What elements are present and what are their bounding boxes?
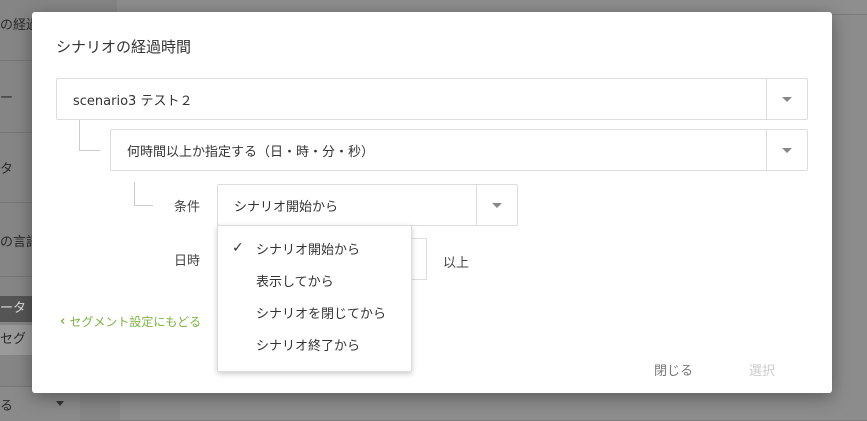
check-icon: ✓: [232, 240, 244, 256]
dropdown-option[interactable]: シナリオ終了から: [218, 328, 411, 360]
dropdown-option[interactable]: ✓ シナリオ開始から: [218, 232, 411, 264]
condition-select-toggle[interactable]: [476, 185, 517, 225]
scenario-select[interactable]: scenario3 テスト２: [56, 78, 808, 120]
dropdown-option-label: シナリオを閉じてから: [256, 306, 387, 322]
dropdown-option[interactable]: シナリオを閉じてから: [218, 296, 411, 328]
dropdown-option-label: シナリオ終了から: [256, 338, 361, 354]
dropdown-option-label: 表示してから: [256, 274, 334, 290]
background-text: る: [0, 399, 14, 414]
back-to-segment-link[interactable]: ‹ セグメント設定にもどる: [60, 313, 201, 330]
tree-connector: [79, 120, 100, 151]
background-text: ー: [0, 91, 14, 106]
condition-select-value: シナリオ開始から: [234, 199, 339, 215]
chevron-left-icon: ‹: [60, 314, 66, 329]
condition-dropdown-menu: ✓ シナリオ開始から 表示してから シナリオを閉じてから シナリオ終了から: [217, 225, 412, 372]
tree-connector: [134, 182, 153, 206]
chevron-down-icon: [56, 401, 64, 406]
condition-select[interactable]: シナリオ開始から: [217, 184, 518, 226]
condition-label: 条件: [174, 200, 201, 215]
dropdown-option[interactable]: 表示してから: [218, 264, 411, 296]
datetime-label: 日時: [174, 254, 201, 269]
caret-down-icon: [492, 202, 502, 208]
caret-down-icon: [782, 147, 792, 153]
time-mode-select-toggle[interactable]: [766, 130, 807, 170]
time-mode-select[interactable]: 何時間以上か指定する（日・時・分・秒）: [110, 129, 808, 171]
caret-down-icon: [782, 96, 792, 102]
select-button[interactable]: 選択: [749, 360, 775, 379]
back-link-label: セグメント設定にもどる: [69, 315, 202, 329]
dialog-title: シナリオの経過時間: [56, 38, 192, 56]
background-text: タ: [0, 162, 14, 177]
dropdown-option-label: シナリオ開始から: [256, 242, 361, 258]
scenario-select-value: scenario3 テスト２: [73, 93, 193, 109]
scenario-select-toggle[interactable]: [766, 79, 807, 119]
scenario-elapsed-time-dialog: シナリオの経過時間 scenario3 テスト２ 何時間以上か指定する（日・時・…: [32, 12, 832, 393]
datetime-suffix: 以上: [443, 256, 470, 271]
time-mode-select-value: 何時間以上か指定する（日・時・分・秒）: [127, 144, 375, 160]
close-button[interactable]: 閉じる: [654, 360, 693, 379]
